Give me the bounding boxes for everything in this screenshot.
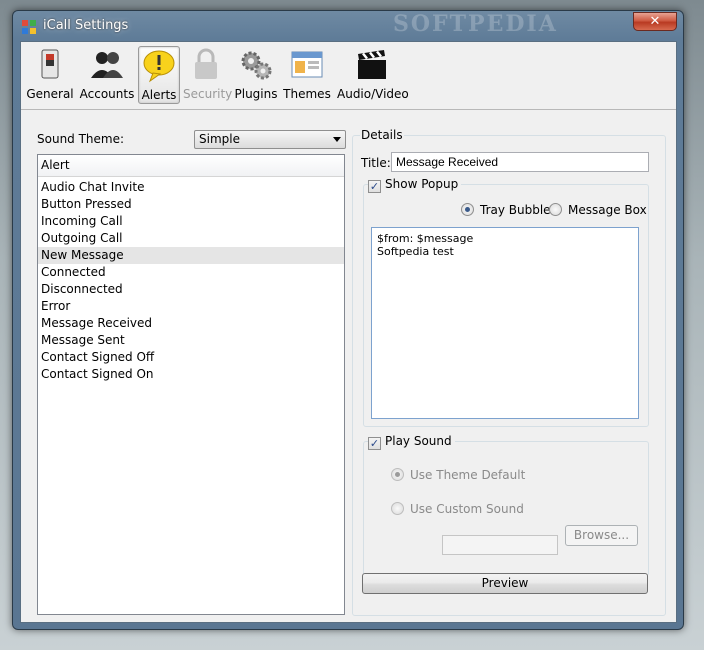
use-theme-default-radio[interactable]: Use Theme Default: [391, 468, 525, 482]
list-item[interactable]: Disconnected: [38, 281, 344, 298]
window-title: iCall Settings: [43, 18, 129, 33]
play-sound-checkbox[interactable]: ✓ Play Sound: [368, 434, 455, 450]
browse-button[interactable]: Browse...: [565, 525, 638, 546]
alert-list-header[interactable]: Alert: [38, 155, 344, 177]
list-item[interactable]: Incoming Call: [38, 213, 344, 230]
show-popup-checkbox[interactable]: ✓ Show Popup: [368, 177, 462, 193]
list-item[interactable]: Contact Signed On: [38, 366, 344, 383]
list-item[interactable]: Audio Chat Invite: [38, 179, 344, 196]
close-button[interactable]: ✕: [633, 12, 677, 31]
message-box-label: Message Box: [568, 203, 647, 217]
list-item[interactable]: Contact Signed Off: [38, 349, 344, 366]
use-custom-sound-label: Use Custom Sound: [410, 502, 524, 516]
custom-sound-path-input[interactable]: [442, 535, 558, 555]
message-box-radio[interactable]: Message Box: [549, 203, 647, 217]
sound-theme-label: Sound Theme:: [37, 132, 125, 146]
content-panel: Sound Theme: Simple Alert Audio Chat Inv…: [20, 41, 677, 623]
radio-unselected-icon: [391, 502, 404, 515]
title-label: Title:: [361, 156, 391, 170]
details-legend: Details: [360, 128, 404, 142]
checkmark-icon: ✓: [368, 180, 381, 193]
list-item[interactable]: Connected: [38, 264, 344, 281]
title-bar[interactable]: iCall Settings SOFTPEDIA ✕: [13, 11, 683, 41]
list-item[interactable]: Message Received: [38, 315, 344, 332]
list-item[interactable]: Button Pressed: [38, 196, 344, 213]
watermark: SOFTPEDIA: [393, 11, 558, 37]
radio-selected-icon: [461, 203, 474, 216]
play-sound-label: Play Sound: [385, 434, 452, 448]
list-item[interactable]: Outgoing Call: [38, 230, 344, 247]
chevron-down-icon: [333, 137, 341, 142]
checkmark-icon: ✓: [368, 437, 381, 450]
preview-button[interactable]: Preview: [362, 573, 648, 594]
alert-list[interactable]: Alert Audio Chat Invite Button Pressed I…: [37, 154, 345, 615]
radio-selected-icon: [391, 468, 404, 481]
popup-message-textarea[interactable]: $from: $message Softpedia test: [371, 227, 639, 419]
sound-theme-value: Simple: [199, 132, 240, 146]
show-popup-label: Show Popup: [385, 177, 459, 191]
use-custom-sound-radio[interactable]: Use Custom Sound: [391, 502, 524, 516]
tray-bubble-label: Tray Bubble: [480, 203, 551, 217]
icall-app-icon: [22, 20, 36, 34]
radio-unselected-icon: [549, 203, 562, 216]
list-item[interactable]: Error: [38, 298, 344, 315]
use-theme-default-label: Use Theme Default: [410, 468, 526, 482]
title-input[interactable]: [391, 152, 649, 172]
list-item-selected[interactable]: New Message: [38, 247, 344, 264]
tray-bubble-radio[interactable]: Tray Bubble: [461, 203, 551, 217]
list-item[interactable]: Message Sent: [38, 332, 344, 349]
sound-theme-select[interactable]: Simple: [194, 130, 346, 149]
